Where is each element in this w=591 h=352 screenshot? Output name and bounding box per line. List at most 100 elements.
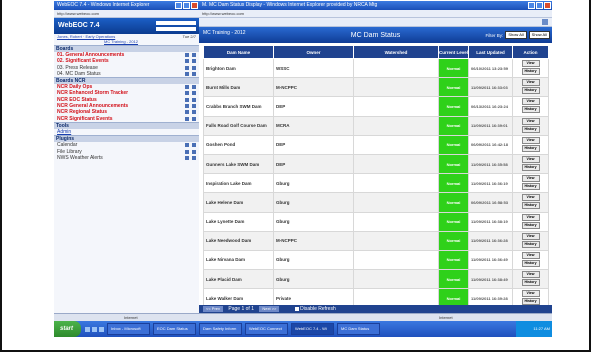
board-window-icon[interactable] <box>185 97 189 102</box>
incident-link[interactable]: MC Training - 2012 <box>104 39 138 45</box>
history-button[interactable]: History <box>521 164 540 172</box>
owner-cell: Gburg <box>273 192 354 213</box>
action-cell: ViewHistory <box>512 115 549 136</box>
board-popup-icon[interactable] <box>192 110 196 115</box>
board-window-icon[interactable] <box>185 143 189 148</box>
menu-item-label: NCR General Announcements <box>57 103 129 110</box>
quick-launch <box>85 326 105 332</box>
board-popup-icon[interactable] <box>192 97 196 102</box>
taskbar-task-button[interactable]: Dam Safety Inform <box>199 323 243 335</box>
filter-select-1[interactable]: Show All <box>505 31 527 39</box>
col-watershed[interactable]: Watershed <box>353 45 439 59</box>
col-owner[interactable]: Owner <box>273 45 354 59</box>
board-window-icon[interactable] <box>185 65 189 70</box>
col-current-level[interactable]: Current Level <box>438 45 469 59</box>
board-popup-icon[interactable] <box>192 143 196 148</box>
board-popup-icon[interactable] <box>192 116 196 121</box>
board-window-icon[interactable] <box>185 110 189 115</box>
menu-item[interactable]: 04. MC Dam Status <box>54 71 199 77</box>
prev-page-button[interactable]: << Prev <box>203 305 224 312</box>
brand-field-2[interactable] <box>156 27 196 31</box>
action-cell: ViewHistory <box>512 57 549 79</box>
win2-address-bar[interactable]: http://www.webeoc.com <box>199 10 552 18</box>
owner-cell: Gburg <box>273 269 354 290</box>
close-icon[interactable] <box>544 2 551 9</box>
history-button[interactable]: History <box>521 183 540 191</box>
win1-address-bar[interactable]: http://www.webeoc.com <box>54 10 199 18</box>
view-button[interactable]: View <box>521 175 540 183</box>
maximize-icon[interactable] <box>183 2 190 9</box>
win1-titlebar[interactable]: WebEOC 7.4 - Windows Internet Explorer <box>54 1 199 10</box>
board-popup-icon[interactable] <box>192 71 196 76</box>
view-button[interactable]: View <box>521 213 540 221</box>
view-button[interactable]: View <box>521 98 540 106</box>
current-level-cell: Normal <box>438 96 469 117</box>
board-window-icon[interactable] <box>185 91 189 96</box>
next-page-button[interactable]: Next >> <box>259 305 280 312</box>
board-window-icon[interactable] <box>185 155 189 160</box>
history-button[interactable]: History <box>521 87 540 95</box>
history-button[interactable]: History <box>521 221 540 229</box>
page-indicator: Page 1 of 1 <box>228 306 254 312</box>
history-button[interactable]: History <box>521 202 540 210</box>
history-button[interactable]: History <box>521 106 540 114</box>
tools-icon[interactable] <box>542 19 548 25</box>
history-button[interactable]: History <box>521 259 540 267</box>
board-popup-icon[interactable] <box>192 91 196 96</box>
view-button[interactable]: View <box>521 232 540 240</box>
taskbar-task-button[interactable]: EOC Dam Status <box>153 323 197 335</box>
view-button[interactable]: View <box>521 136 540 144</box>
brand-logo-text: WebEOC 7.4 <box>58 22 100 29</box>
action-cell: ViewHistory <box>512 153 549 175</box>
board-popup-icon[interactable] <box>192 104 196 109</box>
quick-launch-icon[interactable] <box>85 326 91 332</box>
board-popup-icon[interactable] <box>192 85 196 90</box>
taskbar-task-button[interactable]: Inbox - Microsoft <box>107 323 151 335</box>
board-window-icon[interactable] <box>185 116 189 121</box>
view-button[interactable]: View <box>521 117 540 125</box>
board-window-icon[interactable] <box>185 85 189 90</box>
col-last-updated[interactable]: Last Updated <box>468 45 513 59</box>
board-window-icon[interactable] <box>185 53 189 57</box>
minimize-icon[interactable] <box>175 2 182 9</box>
view-button[interactable]: View <box>521 194 540 202</box>
board-popup-icon[interactable] <box>192 59 196 64</box>
board-window-icon[interactable] <box>185 59 189 64</box>
history-button[interactable]: History <box>521 144 540 152</box>
taskbar-task-button[interactable]: WebEOC 7.4 - Wi <box>291 323 335 335</box>
taskbar-task-button[interactable]: WebEOC Connect <box>245 323 289 335</box>
win2-titlebar[interactable]: M. MC Dam Status Display - Windows Inter… <box>199 1 552 10</box>
board-popup-icon[interactable] <box>192 149 196 154</box>
history-button[interactable]: History <box>521 279 540 287</box>
view-button[interactable]: View <box>521 79 540 87</box>
brand-field-1[interactable] <box>156 21 196 25</box>
col-dam-name[interactable]: Dam Name <box>203 45 274 59</box>
frame-left-border <box>0 0 2 352</box>
menu-item[interactable]: Admin <box>54 129 199 135</box>
history-button[interactable]: History <box>521 125 540 133</box>
quick-launch-icon[interactable] <box>92 326 98 332</box>
close-icon[interactable] <box>191 2 198 9</box>
maximize-icon[interactable] <box>536 2 543 9</box>
start-button[interactable]: start <box>54 321 82 337</box>
view-button[interactable]: View <box>521 271 540 279</box>
view-button[interactable]: View <box>521 60 540 68</box>
board-popup-icon[interactable] <box>192 155 196 160</box>
view-button[interactable]: View <box>521 156 540 164</box>
minimize-icon[interactable] <box>528 2 535 9</box>
menu-item[interactable]: NCR Significant Events <box>54 116 199 122</box>
board-popup-icon[interactable] <box>192 65 196 70</box>
view-button[interactable]: View <box>521 251 540 259</box>
board-window-icon[interactable] <box>185 149 189 154</box>
board-popup-icon[interactable] <box>192 53 196 57</box>
filter-label: Filter By: <box>485 32 504 38</box>
history-button[interactable]: History <box>521 68 540 76</box>
disable-refresh-checkbox[interactable] <box>294 306 299 311</box>
view-button[interactable]: View <box>521 290 540 298</box>
board-window-icon[interactable] <box>185 71 189 76</box>
board-window-icon[interactable] <box>185 104 189 109</box>
taskbar-task-button[interactable]: MC Dam Status <box>337 323 381 335</box>
filter-select-2[interactable]: Show All <box>528 31 550 39</box>
menu-item[interactable]: NWS Weather Alerts <box>54 155 199 161</box>
history-button[interactable]: History <box>521 240 540 248</box>
